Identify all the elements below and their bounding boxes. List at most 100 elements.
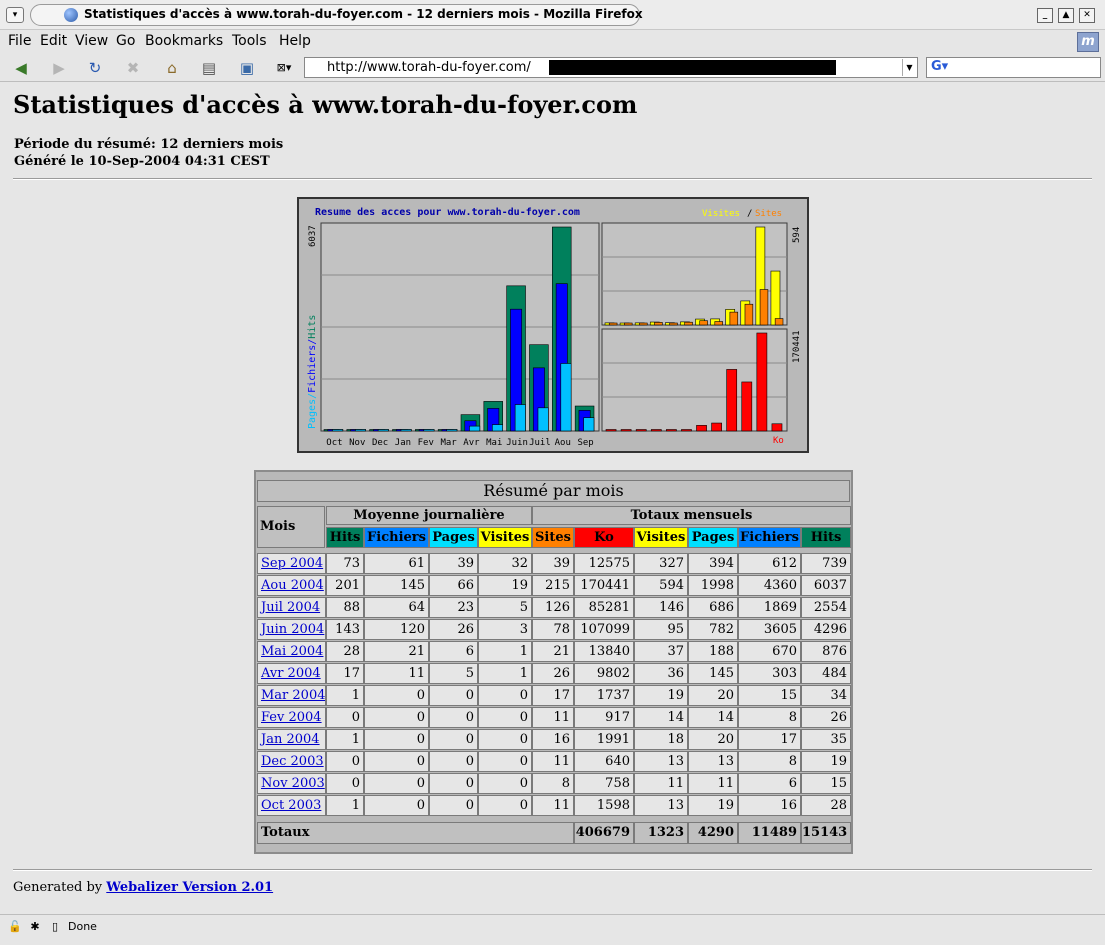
table-cell: 1998 [688,575,738,596]
table-cell: 85281 [574,597,634,618]
col-header-fichiers: Fichiers [738,527,801,548]
table-cell: 0 [429,795,478,816]
col-header-ko: Ko [574,527,634,548]
bar-pages [355,429,366,432]
table-cell: 20 [688,729,738,750]
bar-pages [377,429,389,432]
footer: Generated by Webalizer Version 2.01 [13,880,273,895]
bar-ko [696,425,707,432]
month-link[interactable]: Oct 2003 [257,795,326,816]
home-icon[interactable]: ⌂ [161,58,183,78]
stop-icon[interactable]: ✖ [122,58,144,78]
page-title: Statistiques d'accès à www.torah-du-foye… [13,90,638,119]
legend-sep: / [747,209,752,219]
menu-file[interactable]: File [8,33,31,49]
chart-svg: Resume des acces pour www.torah-du-foyer… [307,207,802,448]
table-cell: 26 [801,707,851,728]
month-link[interactable]: Aou 2004 [257,575,326,596]
back-arrow-icon[interactable]: ◀ [10,58,32,78]
month-label: Oct [326,438,342,448]
minimize-icon[interactable]: _ [1037,8,1053,23]
table-cell: 32 [478,553,532,574]
table-cell: 5 [478,597,532,618]
bar-pages [492,424,503,432]
forward-arrow-icon[interactable]: ▶ [48,58,70,78]
table-cell: 66 [429,575,478,596]
url-bar[interactable]: http://www.torah-du-foyer.com/ ▼ [304,57,918,78]
menu-help[interactable]: Help [279,33,311,49]
divider [13,178,1092,180]
menu-go[interactable]: Go [116,33,135,49]
legend-visites: Visites [702,209,740,219]
bar-sites [639,322,648,326]
table-cell: 188 [688,641,738,662]
menu-tools[interactable]: Tools [232,33,267,49]
table-cell: 303 [738,663,801,684]
table-cell: 1 [326,729,364,750]
table-cell: 64 [364,597,429,618]
bar-sites [669,322,678,326]
menu-view[interactable]: View [75,33,108,49]
table-cell: 19 [634,685,688,706]
table-cell: 28 [326,641,364,662]
table-cell: 8 [738,751,801,772]
totals-cell: 11489 [738,822,801,844]
table-cell: 670 [738,641,801,662]
month-link[interactable]: Jan 2004 [257,729,326,750]
table-cell: 17 [738,729,801,750]
month-link[interactable]: Sep 2004 [257,553,326,574]
close-icon[interactable]: ✕ [1079,8,1095,23]
search-engine-icon[interactable]: G▾ [931,59,948,74]
reload-icon[interactable]: ↻ [84,58,106,78]
url-text: http://www.torah-du-foyer.com/ [327,60,531,75]
month-label: Fev [418,438,434,448]
table-cell: 327 [634,553,688,574]
table-cell: 73 [326,553,364,574]
page-content: Statistiques d'accès à www.torah-du-foye… [0,83,1105,914]
bar-ko [771,423,783,432]
menu-edit[interactable]: Edit [40,33,67,49]
mois-header: Mois [257,506,325,548]
window-menu-icon[interactable]: ▾ [6,7,24,23]
table-cell: 26 [532,663,574,684]
new-tab-icon[interactable]: ▣ [236,58,258,78]
maximize-icon[interactable]: ▲ [1058,8,1074,23]
extension-dropdown-icon[interactable]: ⊠▾ [270,58,298,78]
bar-sites [744,303,754,326]
table-cell: 18 [634,729,688,750]
table-cell: 34 [801,685,851,706]
ko-label: Ko [773,436,784,446]
usage-chart: Resume des acces pour www.torah-du-foyer… [297,197,809,453]
url-dropdown-icon[interactable]: ▼ [902,59,916,76]
table-cell: 0 [478,729,532,750]
left-axis-label-hits: Hits [307,315,318,339]
col-header-visites: Visites [478,527,532,548]
month-link[interactable]: Dec 2003 [257,751,326,772]
table-cell: 16 [738,795,801,816]
table-cell: 484 [801,663,851,684]
month-link[interactable]: Mar 2004 [257,685,326,706]
legend-sites: Sites [755,209,782,219]
month-link[interactable]: Nov 2003 [257,773,326,794]
table-cell: 0 [429,751,478,772]
month-link[interactable]: Juil 2004 [257,597,326,618]
footer-prefix: Generated by [13,880,103,895]
table-cell: 11 [364,663,429,684]
col-header-hits: Hits [801,527,851,548]
bar-ko [650,429,662,432]
bar-ko [681,429,692,432]
menu-bookmarks[interactable]: Bookmarks [145,33,223,49]
table-cell: 5 [429,663,478,684]
month-link[interactable]: Avr 2004 [257,663,326,684]
print-icon[interactable]: ▤ [198,58,220,78]
security-lock-icon: 🔓 [8,920,22,933]
webalizer-link[interactable]: Webalizer Version 2.01 [106,880,273,895]
table-cell: 0 [478,795,532,816]
table-cell: 11 [688,773,738,794]
month-link[interactable]: Fev 2004 [257,707,326,728]
month-link[interactable]: Mai 2004 [257,641,326,662]
summary-table: Résumé par mois Mois Moyenne journalière To… [254,470,853,854]
table-cell: 1 [326,685,364,706]
month-link[interactable]: Juin 2004 [257,619,326,640]
search-bar[interactable]: G▾ [926,57,1101,78]
